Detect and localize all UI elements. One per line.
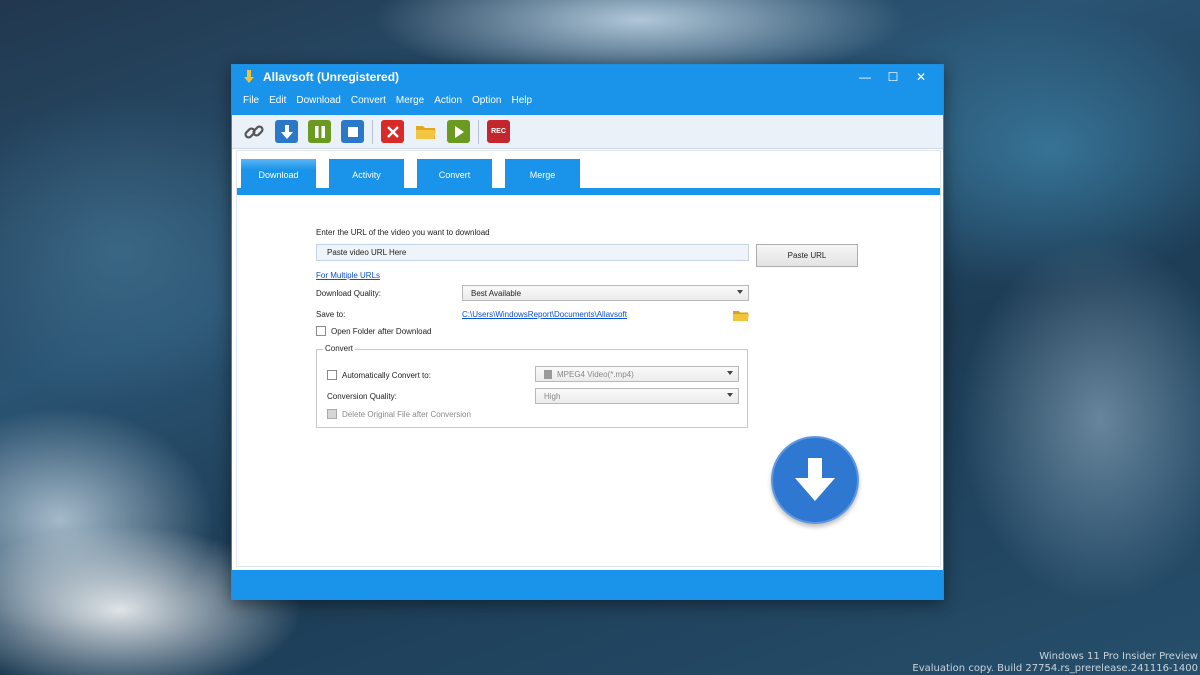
- auto-convert-checkbox[interactable]: [327, 370, 337, 380]
- download-quality-select[interactable]: Best Available: [462, 285, 749, 301]
- maximize-button[interactable]: ☐: [879, 65, 907, 89]
- download-panel: Enter the URL of the video you want to d…: [237, 195, 940, 565]
- chevron-down-icon: [727, 371, 733, 375]
- minimize-button[interactable]: —: [851, 65, 879, 89]
- multiple-urls-link[interactable]: For Multiple URLs: [316, 271, 380, 280]
- download-quality-label: Download Quality:: [316, 289, 381, 298]
- close-button[interactable]: ✕: [907, 65, 935, 89]
- menu-edit[interactable]: Edit: [269, 95, 286, 106]
- play-icon[interactable]: [447, 120, 470, 143]
- convert-group: Convert Automatically Convert to: MPEG4 …: [316, 344, 748, 428]
- watermark-line-1: Windows 11 Pro Insider Preview: [1039, 651, 1198, 662]
- download-quality-value: Best Available: [471, 288, 522, 298]
- menu-option[interactable]: Option: [472, 95, 501, 106]
- toolbar-separator-2: [478, 119, 479, 144]
- status-bar: [232, 570, 943, 600]
- auto-convert-label: Automatically Convert to:: [342, 371, 431, 380]
- file-format-icon: [544, 369, 552, 379]
- pause-icon[interactable]: [308, 120, 331, 143]
- menu-file[interactable]: File: [243, 95, 259, 106]
- menu-merge[interactable]: Merge: [396, 95, 424, 106]
- title-bar[interactable]: Allavsoft (Unregistered) — ☐ ✕: [232, 65, 943, 89]
- link-icon[interactable]: [242, 120, 265, 143]
- open-folder-icon[interactable]: [414, 120, 437, 143]
- chevron-down-icon: [737, 290, 743, 294]
- tab-strip: [237, 188, 940, 195]
- url-prompt: Enter the URL of the video you want to d…: [316, 228, 490, 237]
- convert-group-title: Convert: [323, 344, 356, 353]
- open-folder-label: Open Folder after Download: [331, 327, 432, 336]
- conversion-quality-select[interactable]: High: [535, 388, 739, 404]
- toolbar-separator: [372, 119, 373, 144]
- convert-format-value: MPEG4 Video(*.mp4): [557, 369, 634, 379]
- menu-bar: File Edit Download Convert Merge Action …: [232, 89, 943, 111]
- url-input[interactable]: [316, 244, 749, 261]
- browse-folder-icon[interactable]: [733, 310, 749, 322]
- tab-activity[interactable]: Activity: [329, 159, 404, 191]
- toolbar: REC: [232, 115, 943, 149]
- record-icon[interactable]: REC: [487, 120, 510, 143]
- open-folder-checkbox[interactable]: [316, 326, 326, 336]
- save-to-label: Save to:: [316, 310, 346, 319]
- conversion-quality-label: Conversion Quality:: [327, 392, 397, 401]
- conversion-quality-value: High: [544, 391, 561, 401]
- menu-help[interactable]: Help: [511, 95, 532, 106]
- delete-original-checkbox[interactable]: [327, 409, 337, 419]
- rec-label: REC: [491, 128, 506, 135]
- delete-original-label: Delete Original File after Conversion: [342, 410, 471, 419]
- stop-icon[interactable]: [341, 120, 364, 143]
- app-window: Allavsoft (Unregistered) — ☐ ✕ File Edit…: [231, 64, 944, 600]
- delete-icon[interactable]: [381, 120, 404, 143]
- app-logo-icon: [241, 69, 257, 85]
- menu-convert[interactable]: Convert: [351, 95, 386, 106]
- window-title: Allavsoft (Unregistered): [263, 70, 400, 84]
- download-icon[interactable]: [275, 120, 298, 143]
- tab-bar: Download Activity Convert Merge: [241, 157, 593, 191]
- menu-download[interactable]: Download: [296, 95, 340, 106]
- watermark-line-2: Evaluation copy. Build 27754.rs_prerelea…: [912, 663, 1198, 674]
- os-watermark: Windows 11 Pro Insider Preview Evaluatio…: [912, 651, 1200, 675]
- tab-merge[interactable]: Merge: [505, 159, 580, 191]
- paste-url-button[interactable]: Paste URL: [756, 244, 858, 267]
- big-download-arrow-icon: [795, 458, 835, 501]
- save-path-link[interactable]: C:\Users\WindowsReport\Documents\Allavso…: [462, 310, 627, 319]
- chevron-down-icon: [727, 393, 733, 397]
- content-area: Download Activity Convert Merge Enter th…: [236, 150, 941, 567]
- convert-format-select[interactable]: MPEG4 Video(*.mp4): [535, 366, 739, 382]
- start-download-button[interactable]: [771, 436, 859, 524]
- menu-action[interactable]: Action: [434, 95, 462, 106]
- tab-download[interactable]: Download: [241, 159, 316, 191]
- tab-convert[interactable]: Convert: [417, 159, 492, 191]
